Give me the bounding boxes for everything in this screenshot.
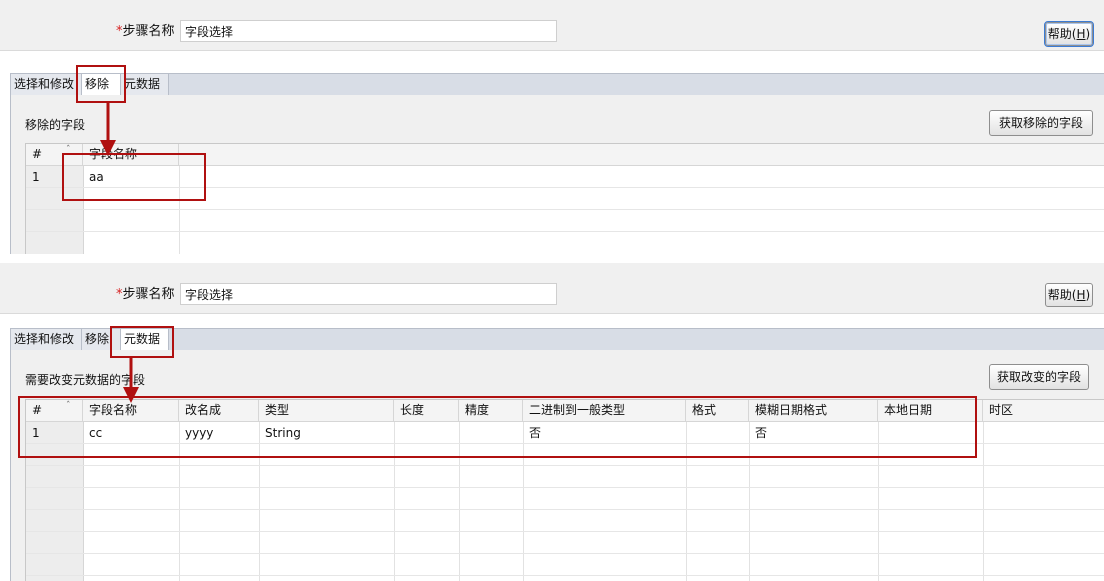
help-button[interactable]: 帮助(H) (1044, 21, 1094, 47)
tab-strip: 选择和修改 移除 元数据 (10, 73, 1104, 95)
highlight-metadata-rows (18, 396, 977, 458)
step-name-label: *步骤名称 (116, 283, 175, 302)
highlight-remove-tab (76, 65, 126, 103)
help-button-close: ) (1085, 288, 1091, 302)
remove-tab-panel: *步骤名称 字段选择 帮助(H) 选择和修改 移除 元数据 移除的字段 获取移除… (0, 0, 1104, 254)
help-mnemonic: H (1076, 27, 1086, 41)
help-mnemonic: H (1076, 288, 1086, 302)
tab-strip: 选择和修改 移除 元数据 (10, 328, 1104, 350)
cell-row-number: 1 (32, 170, 40, 184)
metadata-tab-panel: *步骤名称 字段选择 帮助(H) 选择和修改 移除 元数据 需要改变元数据的字段… (0, 263, 1104, 581)
get-changed-fields-button[interactable]: 获取改变的字段 (989, 364, 1089, 390)
column-header-timezone[interactable]: 时区 (983, 400, 1104, 421)
removed-fields-label: 移除的字段 (25, 118, 86, 132)
help-button-close: ) (1085, 27, 1091, 41)
help-button-label: 帮助( (1047, 27, 1077, 41)
highlight-field-row (62, 153, 206, 201)
step-name-label: *步骤名称 (116, 20, 175, 39)
arrow-down-icon (100, 102, 116, 156)
step-name-input[interactable]: 字段选择 (180, 283, 557, 305)
highlight-metadata-tab (110, 326, 174, 358)
step-header: *步骤名称 字段选择 帮助(H) (0, 263, 1104, 314)
step-name-label-text: 步骤名称 (122, 287, 175, 302)
arrow-down-icon (123, 357, 139, 403)
step-header: *步骤名称 字段选择 帮助(H) (0, 0, 1104, 51)
step-name-label-text: 步骤名称 (122, 24, 175, 39)
tab-select-modify[interactable]: 选择和修改 (11, 74, 82, 95)
metadata-tab-body: 需要改变元数据的字段 获取改变的字段 # ˆ 字段名称 改名成 类型 长度 精度… (10, 350, 1104, 581)
help-button[interactable]: 帮助(H) (1045, 283, 1093, 307)
help-button-label: 帮助( (1047, 288, 1077, 302)
cell-timezone (983, 422, 989, 444)
tab-select-modify[interactable]: 选择和修改 (11, 329, 82, 350)
tab-metadata[interactable]: 元数据 (121, 74, 169, 95)
get-removed-fields-button[interactable]: 获取移除的字段 (989, 110, 1093, 136)
step-name-input[interactable]: 字段选择 (180, 20, 557, 42)
